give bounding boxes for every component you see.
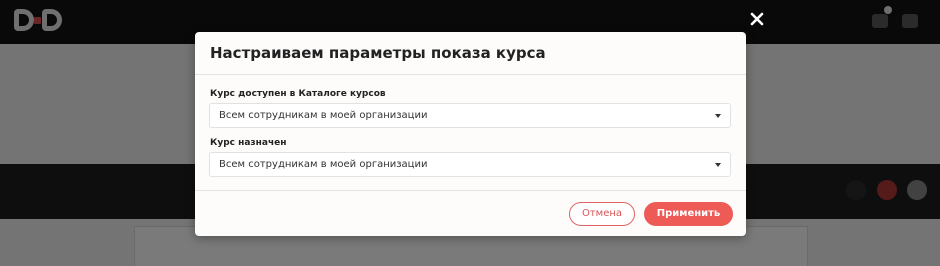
close-icon[interactable]: [749, 11, 765, 27]
apply-button[interactable]: Применить: [644, 202, 733, 226]
course-assigned-label: Курс назначен: [210, 138, 287, 148]
dialog-footer-divider: [195, 190, 746, 191]
catalog-availability-value: Всем сотрудникам в моей организации: [219, 110, 428, 121]
catalog-availability-select[interactable]: Всем сотрудникам в моей организации: [209, 103, 731, 128]
chevron-down-icon: [715, 114, 721, 118]
course-assigned-select[interactable]: Всем сотрудникам в моей организации: [209, 152, 731, 177]
course-assigned-value: Всем сотрудникам в моей организации: [219, 159, 428, 170]
course-visibility-dialog: Настраиваем параметры показа курса Курс …: [195, 32, 746, 236]
catalog-availability-label: Курс доступен в Каталоге курсов: [210, 89, 386, 99]
chevron-down-icon: [715, 163, 721, 167]
dialog-header: Настраиваем параметры показа курса: [195, 32, 746, 75]
cancel-button[interactable]: Отмена: [569, 202, 635, 226]
dialog-title: Настраиваем параметры показа курса: [210, 44, 546, 62]
